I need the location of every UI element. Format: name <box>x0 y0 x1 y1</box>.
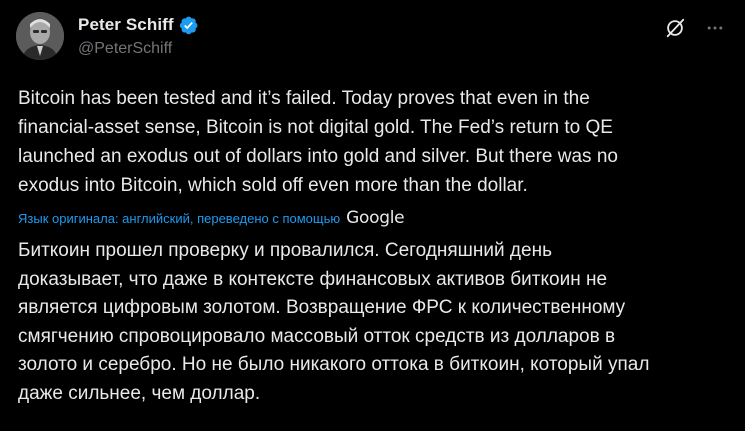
translated-tweet-text: Биткоин прошел проверку и провалился. Се… <box>18 240 650 404</box>
avatar-image <box>16 12 64 60</box>
google-logo: Google <box>346 208 405 228</box>
author-display-name[interactable]: Peter Schiff <box>78 15 174 35</box>
more-horizontal-icon[interactable] <box>703 16 727 40</box>
avatar[interactable] <box>16 12 64 60</box>
grok-icon[interactable] <box>663 16 687 40</box>
translation-attribution: Язык оригинала: английский, переведено с… <box>18 206 405 230</box>
verified-badge-icon <box>178 15 199 36</box>
tweet-text: Bitcoin has been tested and it’s failed.… <box>18 88 618 196</box>
translation-note-link[interactable]: Язык оригинала: английский, переведено с… <box>18 211 340 226</box>
author-handle[interactable]: @PeterSchiff <box>78 40 199 58</box>
post-actions <box>663 16 727 40</box>
name-row: Peter Schiff <box>78 13 199 37</box>
author-info: Peter Schiff @PeterSchiff <box>78 13 199 58</box>
